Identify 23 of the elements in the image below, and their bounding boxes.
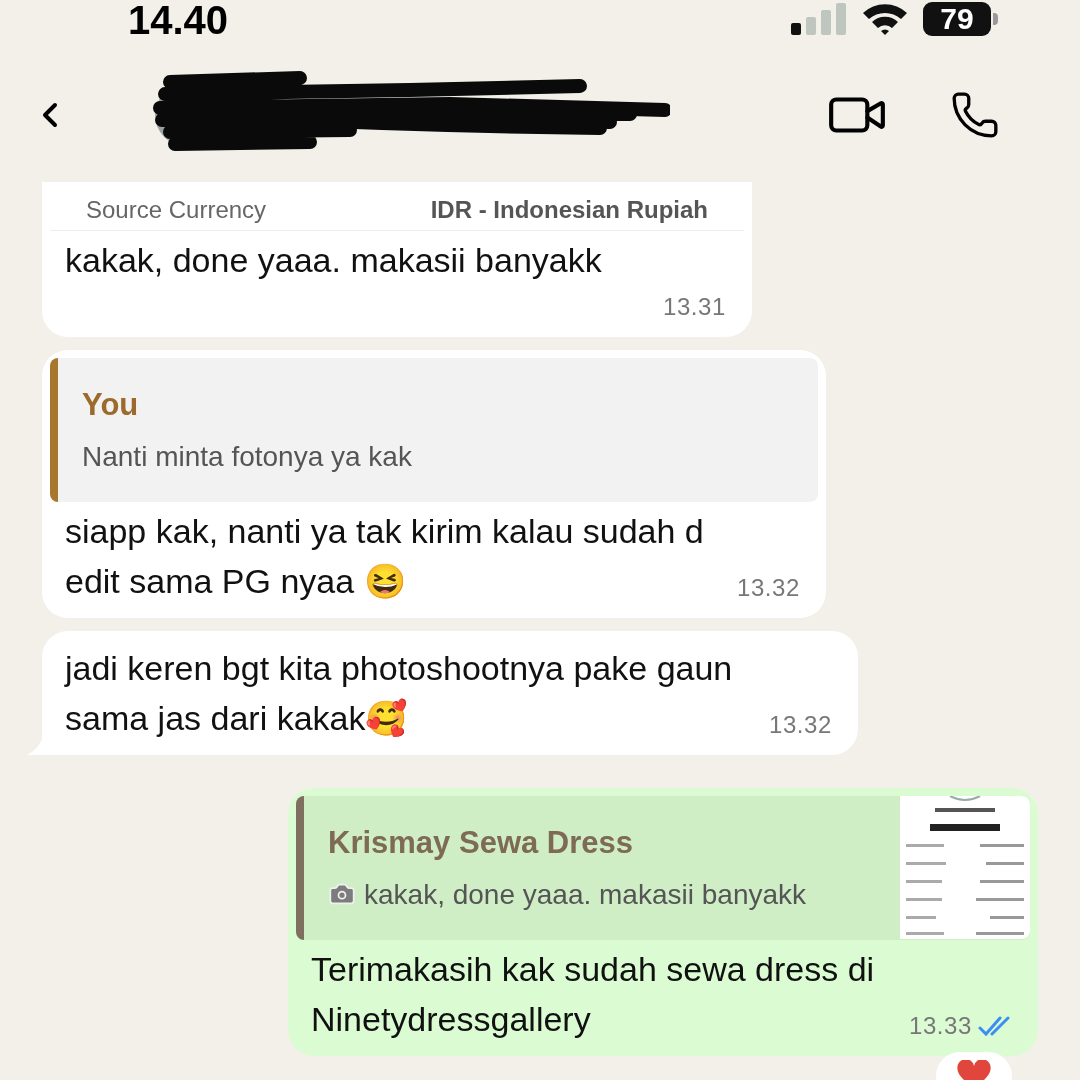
quote-text: Nanti minta fotonya ya kak <box>82 439 412 474</box>
image-value: IDR - Indonesian Rupiah <box>430 195 708 225</box>
message-time: 13.31 <box>662 292 726 322</box>
message-text: Terimakasih kak sudah sewa dress di Ninetydressgallery <box>311 949 875 1038</box>
wifi-icon <box>861 2 909 36</box>
quote-author: You <box>82 386 140 424</box>
quote-text: kakak, done yaaa. makasii banyakk <box>364 877 807 912</box>
signal-icon <box>791 3 847 35</box>
message-text: kakak, done yaaa. makasii banyakk <box>65 241 602 279</box>
message-time: 13.32 <box>736 572 800 603</box>
quoted-message[interactable]: Krismay Sewa Dress kakak, done yaaa. makasii banyakk <box>296 795 1030 940</box>
status-time: 14.40 <box>128 0 229 40</box>
image-label: Source Currency <box>86 195 267 225</box>
message-text: jadi keren bgt kita photoshootnya pake gaun sama jas dari kakak🥰 <box>65 648 733 737</box>
phone-call-icon[interactable] <box>950 90 1000 140</box>
message-text: siapp kak, nanti ya tak kirim kalau sudah d edit sama PG nyaa 😆 <box>65 511 704 600</box>
message-time: 13.32 <box>768 709 832 740</box>
battery-level: 79 <box>940 4 974 34</box>
heart-icon <box>956 1059 992 1080</box>
quoted-message[interactable]: You Nanti minta fotonya ya kak <box>50 358 818 502</box>
message-time: 13.33 <box>908 1010 972 1041</box>
quote-author: Krismay Sewa Dress <box>328 823 635 862</box>
battery-cap <box>993 13 998 25</box>
